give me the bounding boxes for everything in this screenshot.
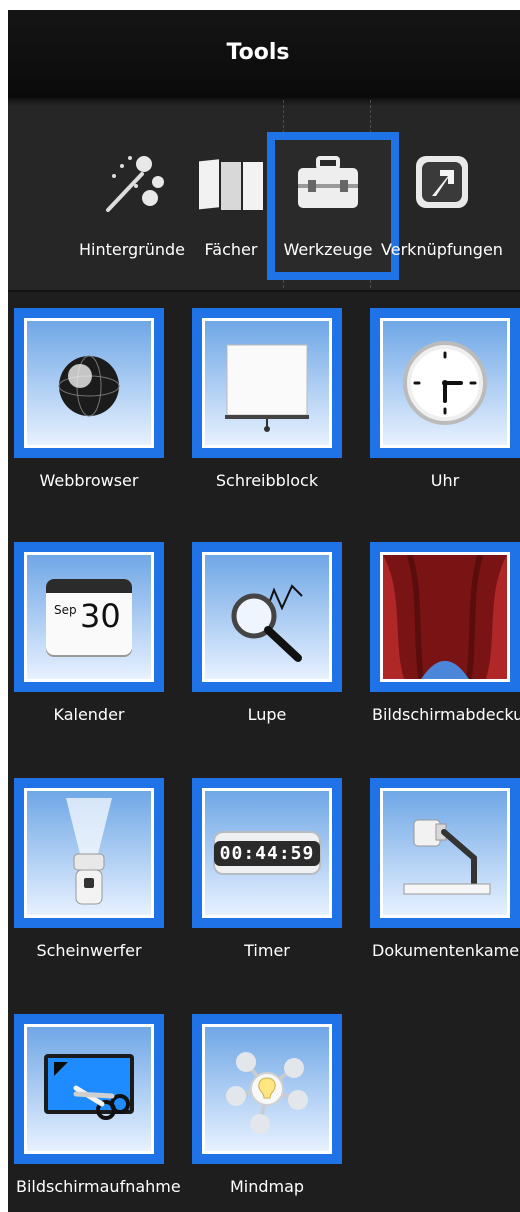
magnifier-icon [231, 584, 303, 662]
timer-value: 00:44:59 [213, 840, 321, 866]
tool-bildschirmaufnahme[interactable]: Bildschirmaufnahme [14, 1014, 181, 1196]
tool-lupe[interactable]: Lupe [192, 542, 342, 724]
tool-timer[interactable]: 00:44:59 Timer [192, 778, 342, 960]
tab-verknuepfungen[interactable]: Verknüpfungen [381, 146, 503, 266]
curtain-icon [383, 555, 507, 679]
tool-label: Webbrowser [39, 471, 139, 490]
tool-schreibblock[interactable]: Schreibblock [192, 308, 342, 490]
mindmap-icon [226, 1052, 308, 1134]
clock-icon [403, 341, 487, 425]
category-tabs: Hintergründe Fächer Werkzeuge Verknüpfun… [8, 98, 520, 292]
tool-kalender[interactable]: Sep 30 Kalender [14, 542, 164, 724]
whiteboard-icon [225, 344, 309, 432]
tool-label: Uhr [430, 471, 460, 490]
tool-dokumentenkamera[interactable]: Dokumentenkamera [370, 778, 520, 960]
screen-capture-icon [44, 1054, 134, 1120]
tool-label: Lupe [247, 705, 287, 724]
tool-scheinwerfer[interactable]: Scheinwerfer [14, 778, 164, 960]
tool-label: Bildschirmaufnahme [16, 1177, 181, 1196]
panel-title: Tools [226, 40, 290, 65]
globe-icon [58, 355, 120, 417]
tool-label: Timer [244, 941, 290, 960]
tool-webbrowser[interactable]: Webbrowser [14, 308, 164, 490]
folders-icon [193, 146, 269, 222]
tab-label: Verknüpfungen [381, 240, 503, 259]
tool-bildschirmabdeckung[interactable]: Bildschirmabdeckung [370, 542, 520, 724]
shortcut-arrow-icon [404, 146, 480, 222]
tool-mindmap[interactable]: Mindmap [192, 1014, 342, 1196]
tool-label: Bildschirmabdeckung [372, 705, 520, 724]
tool-label: Kalender [53, 705, 125, 724]
calendar-month: Sep [54, 603, 77, 617]
flashlight-icon [66, 798, 112, 905]
calendar-icon: Sep 30 [46, 579, 132, 655]
title-bar: Tools [8, 10, 520, 98]
tool-label: Schreibblock [215, 471, 319, 490]
document-camera-icon [403, 819, 491, 895]
toolbox-icon [290, 146, 366, 222]
tools-panel: Tools Hintergründe Fächer Werkzeuge Verk… [8, 10, 520, 1212]
timer-icon: 00:44:59 [213, 831, 321, 875]
paint-brush-icon [94, 146, 170, 222]
tool-label: Dokumentenkamera [372, 941, 520, 960]
tool-label: Scheinwerfer [36, 941, 142, 960]
tool-uhr[interactable]: Uhr [370, 308, 520, 490]
tool-label: Mindmap [229, 1177, 305, 1196]
calendar-day: 30 [80, 597, 121, 635]
